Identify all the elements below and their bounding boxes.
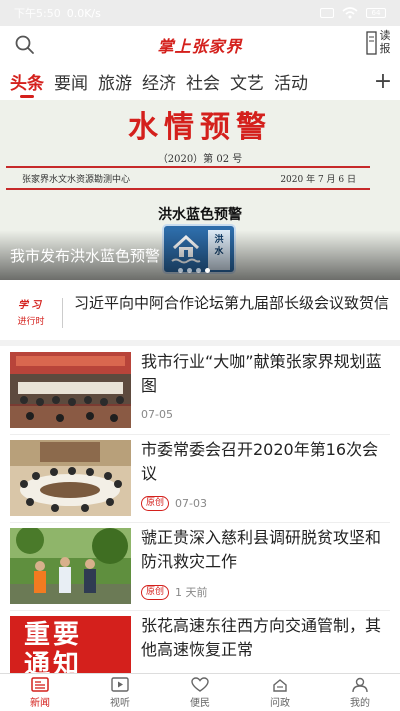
app-title: 掌上张家界	[157, 37, 243, 56]
top-header: 掌上张家界 读 报	[0, 26, 400, 62]
nav-label: 我的	[350, 697, 370, 709]
carousel-dot[interactable]	[178, 268, 183, 273]
tab-tourism[interactable]: 旅游	[93, 62, 137, 100]
news-thumbnail	[10, 528, 131, 604]
original-tag: 原创	[141, 584, 170, 600]
search-button[interactable]	[14, 34, 36, 56]
newspaper-icon	[366, 31, 377, 55]
battery-icon: 64	[366, 8, 386, 18]
nav-video[interactable]: 视听	[80, 674, 160, 711]
plus-icon: +	[373, 68, 393, 94]
carousel-dot[interactable]	[196, 268, 201, 273]
doc-rule	[6, 166, 370, 168]
news-thumbnail: 重要通知	[10, 616, 131, 673]
doc-date: 2020 年 7 月 6 日	[280, 175, 356, 185]
battery-level: 64	[371, 9, 381, 17]
tab-headline[interactable]: 头条	[5, 62, 49, 100]
tab-society[interactable]: 社会	[181, 62, 225, 100]
notice-thumbnail-text: 重要通知	[24, 620, 83, 673]
meeting-photo	[10, 440, 131, 516]
news-meta: 原创 07-03	[141, 496, 207, 511]
news-title: 张花高速东往西方向交通管制，其他高速恢复正常	[141, 616, 382, 659]
tab-news[interactable]: 要闻	[49, 62, 93, 100]
doc-rule	[6, 188, 370, 190]
read-newspaper-button[interactable]: 读 报	[366, 29, 394, 59]
heart-icon	[191, 676, 209, 692]
study-logo: 学习 进行时	[8, 296, 54, 330]
news-icon	[31, 676, 49, 692]
tab-economy[interactable]: 经济	[137, 62, 181, 100]
news-meta: 07-05	[141, 408, 173, 421]
nav-label: 便民	[190, 697, 210, 709]
carousel-dot[interactable]	[187, 268, 192, 273]
nav-profile[interactable]: 我的	[320, 674, 400, 711]
channel-tab-bar: 头条 要闻 旅游 经济 社会 文艺 活动 +	[0, 62, 400, 100]
divider	[62, 298, 63, 328]
news-item[interactable]: 我市行业“大咖”献策张家界规划蓝图 07-05	[0, 346, 400, 432]
news-title: 我市行业“大咖”献策张家界规划蓝图	[141, 352, 382, 395]
search-icon	[15, 35, 34, 54]
news-time: 07-03	[175, 497, 207, 510]
news-title: 虢正贵深入慈利县调研脱贫攻坚和防汛救灾工作	[141, 528, 382, 571]
nav-label: 新闻	[30, 697, 50, 709]
study-logo-bottom: 进行时	[17, 317, 45, 327]
meeting-photo	[10, 352, 131, 428]
nav-label: 视听	[110, 697, 130, 709]
doc-subtitle: 洪水蓝色预警	[158, 207, 242, 223]
carousel-indicator	[178, 268, 210, 273]
sim-icon	[320, 8, 334, 18]
bottom-nav: 新闻 视听 便民 问政 我的	[0, 673, 400, 711]
news-item[interactable]: 市委常委会召开2020年第16次会议 原创 07-03	[0, 434, 400, 520]
news-list: 我市行业“大咖”献策张家界规划蓝图 07-05 市委常委会召开2020年第16次…	[0, 346, 400, 673]
nav-services[interactable]: 便民	[160, 674, 240, 711]
tab-fade	[348, 62, 366, 100]
field-photo	[10, 528, 131, 604]
read-label-top: 读	[379, 29, 391, 42]
news-time: 1 天前	[175, 586, 208, 599]
banner-caption: 我市发布洪水蓝色预警	[10, 247, 161, 265]
doc-issuer: 张家界水文水资源勘测中心	[22, 175, 131, 185]
study-headline[interactable]: 习近平向中阿合作论坛第九届部长级会议致贺信	[74, 292, 394, 314]
wifi-icon	[342, 7, 358, 19]
study-logo-top: 学习	[18, 300, 44, 311]
news-item[interactable]: 虢正贵深入慈利县调研脱贫攻坚和防汛救灾工作 原创 1 天前	[0, 522, 400, 608]
status-speed: 0.0K/s	[66, 6, 101, 20]
carousel-dot[interactable]	[205, 268, 210, 273]
study-ticker[interactable]: 学习 进行时 习近平向中阿合作论坛第九届部长级会议致贺信	[0, 288, 400, 340]
tab-culture[interactable]: 文艺	[225, 62, 269, 100]
video-icon	[111, 676, 129, 692]
nav-label: 问政	[270, 697, 290, 709]
nav-news[interactable]: 新闻	[0, 674, 80, 711]
question-icon	[273, 678, 287, 692]
doc-number: （2020）第 02 号	[157, 154, 243, 165]
read-label-bottom: 报	[379, 42, 391, 55]
banner-carousel[interactable]: 水情预警 （2020）第 02 号 张家界水文水资源勘测中心 2020 年 7 …	[0, 100, 400, 280]
doc-heading: 水情预警	[128, 110, 272, 145]
news-time: 07-05	[141, 408, 173, 421]
add-channel-button[interactable]: +	[366, 62, 400, 100]
status-bar: 下午5:50 0.0K/s 64	[0, 0, 400, 26]
news-thumbnail	[10, 440, 131, 516]
nav-inquiry[interactable]: 问政	[240, 674, 320, 711]
news-title: 市委常委会召开2020年第16次会议	[141, 440, 379, 483]
news-thumbnail	[10, 352, 131, 428]
status-time: 下午5:50	[14, 7, 61, 20]
news-item[interactable]: 重要通知 张花高速东往西方向交通管制，其他高速恢复正常	[0, 610, 400, 673]
user-icon	[352, 677, 368, 692]
tab-events[interactable]: 活动	[269, 62, 313, 100]
app-root: 下午5:50 0.0K/s 64 掌上张家界 读 报 头条 要闻 旅游 经济 社…	[0, 0, 400, 711]
original-tag: 原创	[141, 496, 170, 511]
news-meta: 原创 1 天前	[141, 584, 208, 600]
